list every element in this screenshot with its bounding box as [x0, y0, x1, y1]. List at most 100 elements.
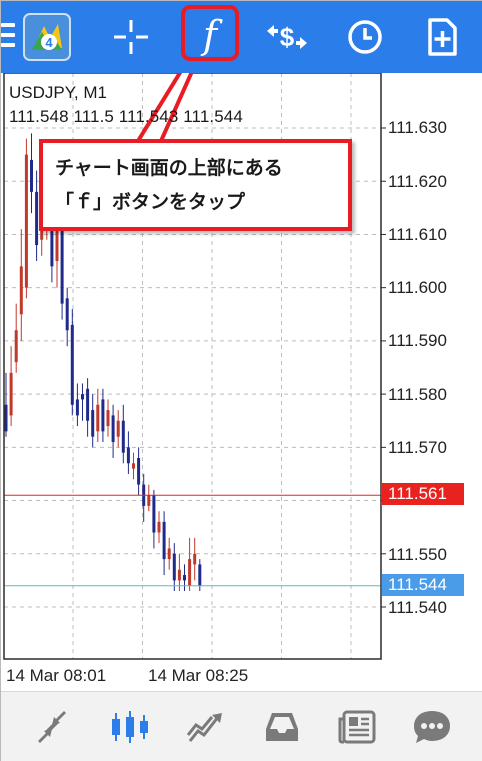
news-icon[interactable]: [333, 702, 383, 752]
candle: [137, 447, 141, 496]
candle-body: [19, 266, 23, 315]
candle-body: [198, 564, 202, 586]
top-toolbar: 4 f $: [1, 1, 482, 73]
candle: [65, 287, 69, 347]
candle-body: [126, 447, 130, 464]
candle-body: [116, 420, 120, 437]
candle-body: [91, 410, 95, 437]
candle: [19, 229, 23, 341]
bid-price-tag: 111.561: [382, 483, 464, 505]
candle: [188, 537, 192, 592]
new-document-icon[interactable]: [414, 9, 470, 65]
candle: [167, 537, 171, 570]
candle-body: [101, 399, 105, 432]
price-label: 111.590: [388, 331, 447, 350]
candle-body: [183, 575, 186, 581]
crosshair-icon[interactable]: [103, 9, 159, 65]
chart-candles-icon[interactable]: [105, 702, 155, 752]
candle: [14, 303, 18, 373]
candle-body: [65, 298, 69, 331]
history-inbox-icon[interactable]: [257, 702, 307, 752]
candle-body: [35, 191, 39, 246]
candle-body: [132, 463, 135, 469]
svg-text:4: 4: [45, 35, 53, 50]
candle: [24, 138, 28, 299]
quotes-arrows-icon[interactable]: [27, 702, 77, 752]
candle: [101, 388, 105, 443]
candle: [111, 404, 115, 458]
instruction-callout: チャート画面の上部にある 「ｆ」ボタンをタップ: [39, 139, 352, 231]
candle: [91, 394, 95, 448]
candle-body: [86, 388, 90, 421]
messages-icon[interactable]: [407, 702, 457, 752]
candle-body: [24, 154, 28, 288]
price-label: 111.620: [388, 172, 447, 191]
price-label: 111.570: [388, 438, 447, 457]
candle: [121, 404, 125, 464]
candle-body: [172, 553, 176, 581]
price-label: 111.600: [388, 278, 447, 297]
candle: [75, 383, 79, 427]
candle-body: [157, 521, 161, 533]
candle: [147, 484, 151, 512]
candle-body: [60, 218, 64, 304]
candle: [132, 452, 135, 480]
chart-symbol: USDJPY, M1: [9, 83, 107, 102]
candle-body: [14, 330, 18, 363]
app-frame: 4 f $ USDJPY, M1 111.548 111.5 111.543 1…: [0, 0, 482, 761]
price-label: 111.540: [388, 598, 447, 617]
candle: [9, 346, 13, 427]
candle: [4, 372, 8, 437]
f-button-highlight: [181, 5, 239, 61]
candle-body: [9, 372, 13, 416]
candle-body: [81, 394, 84, 400]
candle: [198, 559, 202, 592]
candle-body: [152, 495, 156, 533]
chart-price-lines: [4, 494, 381, 587]
candle-body: [177, 569, 181, 581]
metatrader-logo-icon[interactable]: 4: [19, 9, 75, 65]
candle-body: [162, 521, 166, 560]
candle-body: [193, 553, 197, 565]
time-label: 14 Mar 08:25: [148, 666, 249, 685]
candle-body: [111, 415, 115, 443]
bottom-navigation: [1, 691, 482, 761]
trade-icon[interactable]: $: [259, 9, 315, 65]
callout-line-1: チャート画面の上部にある: [55, 157, 283, 179]
candle: [172, 543, 176, 592]
price-label: 111.580: [388, 385, 447, 404]
candle: [152, 489, 156, 549]
candle-body: [70, 324, 74, 405]
candle-body: [30, 159, 33, 192]
candle: [86, 378, 90, 437]
candle-body: [167, 548, 171, 560]
candle: [183, 564, 186, 592]
price-label: 111.550: [388, 545, 447, 564]
chart-ohlc: 111.548 111.5 111.543 111.544: [9, 107, 243, 126]
trade-lines-icon[interactable]: [181, 702, 231, 752]
candle-body: [147, 495, 151, 506]
candle-body: [188, 559, 192, 586]
candle: [70, 308, 74, 416]
ask-price-tag: 111.544: [382, 574, 464, 596]
candle-body: [121, 420, 125, 453]
menu-icon[interactable]: [1, 23, 17, 49]
candle: [35, 170, 39, 262]
candle: [162, 511, 166, 576]
history-clock-icon[interactable]: [337, 9, 393, 65]
candle: [30, 133, 33, 214]
candle-body: [75, 399, 79, 416]
candle-body: [106, 410, 110, 427]
svg-text:$: $: [280, 22, 295, 52]
candle: [96, 388, 100, 443]
candle-body: [4, 404, 8, 432]
candle-body: [137, 457, 141, 485]
callout-line-2: 「ｆ」ボタンをタップ: [55, 191, 246, 213]
time-label: 14 Mar 08:01: [6, 666, 107, 685]
candle: [106, 399, 110, 437]
candle: [193, 537, 197, 581]
price-label: 111.610: [388, 225, 447, 244]
candle: [126, 431, 130, 474]
candle: [116, 410, 120, 448]
price-label: 111.630: [388, 118, 447, 137]
